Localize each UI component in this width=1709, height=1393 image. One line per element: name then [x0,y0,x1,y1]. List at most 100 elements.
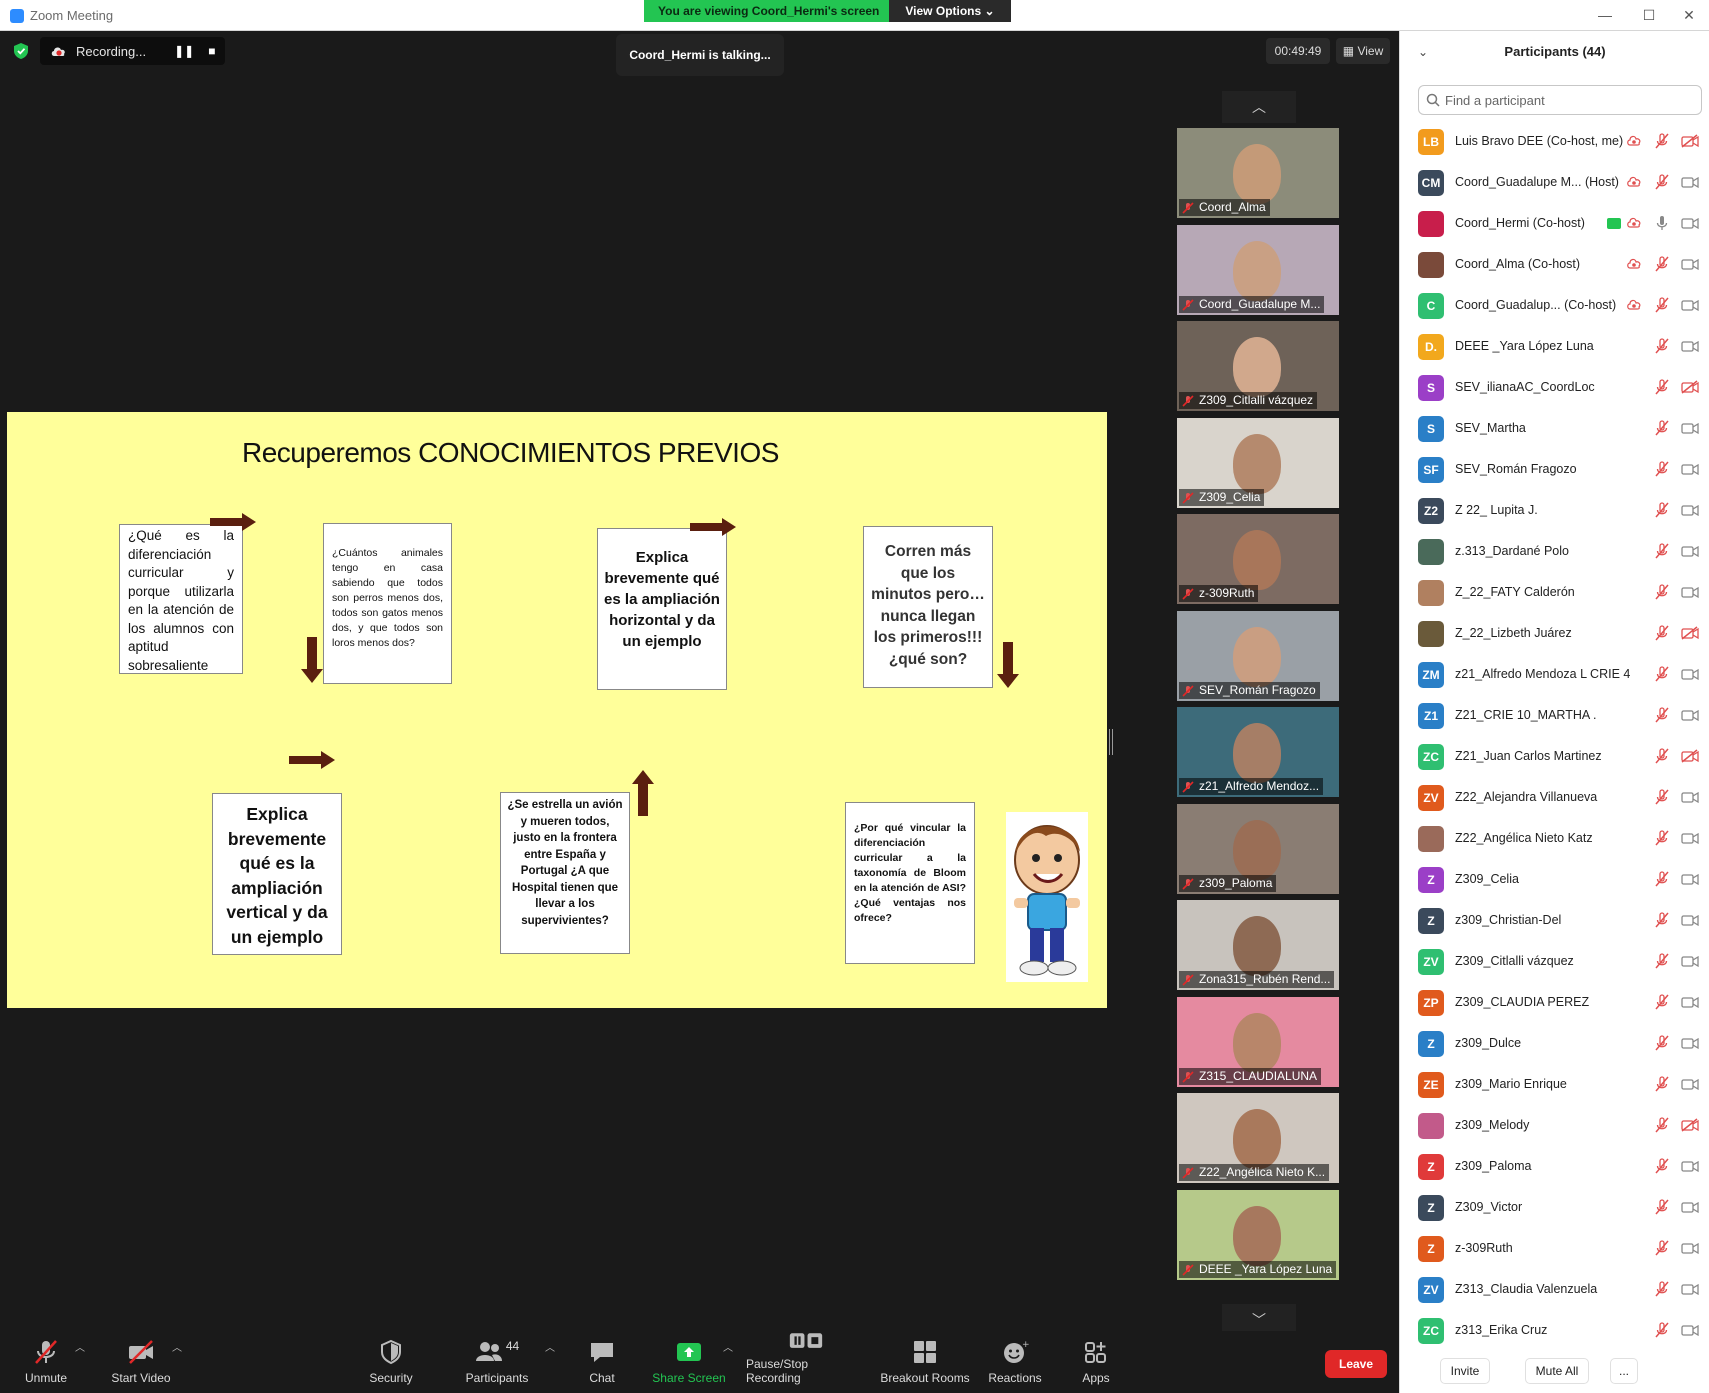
participant-row[interactable]: Z Z309_Celia [1400,859,1709,900]
start-video-button[interactable]: Start Video [108,1331,174,1393]
close-button[interactable]: ✕ [1669,3,1709,27]
participant-row[interactable]: SF SEV_Román Fragozo [1400,449,1709,490]
participant-video-thumbnail[interactable]: Zona315_Rubén Rend... [1177,900,1339,990]
participant-row[interactable]: ZC z313_Erika Cruz [1400,1310,1709,1351]
video-camera-icon[interactable] [1681,1077,1699,1091]
microphone-muted-icon[interactable] [1655,379,1669,395]
participant-row[interactable]: Zz-309Ruth [1400,1228,1709,1269]
participant-video-thumbnail[interactable]: Z315_CLAUDIALUNA [1177,996,1339,1087]
participant-row[interactable]: Coord_Hermi (Co-host) [1400,203,1709,244]
panel-resize-handle[interactable] [1109,729,1113,755]
video-camera-icon[interactable] [1681,1241,1699,1255]
pause-recording-icon[interactable]: ❚❚ [174,44,194,58]
participant-video-thumbnail[interactable]: z309_Paloma [1177,803,1339,894]
reactions-button[interactable]: + Reactions [985,1331,1045,1393]
video-camera-icon[interactable] [1681,667,1699,681]
participants-button[interactable]: 44 Participants [462,1331,532,1393]
video-camera-icon[interactable] [1681,462,1699,476]
share-options-caret[interactable]: ︿ [723,1339,733,1354]
video-options-caret[interactable]: ︿ [172,1339,182,1354]
video-camera-icon[interactable] [1681,1036,1699,1050]
participant-search-box[interactable] [1418,85,1702,115]
more-options-button[interactable]: ... [1610,1358,1638,1384]
participant-row[interactable]: Coord_Alma (Co-host) [1400,244,1709,285]
microphone-muted-icon[interactable] [1655,830,1669,846]
video-camera-icon[interactable] [1681,544,1699,558]
maximize-button[interactable]: ☐ [1629,3,1669,27]
video-camera-icon[interactable] [1681,708,1699,722]
encryption-shield-icon[interactable] [10,40,32,62]
participant-video-thumbnail[interactable]: DEEE _Yara López Luna [1177,1189,1339,1280]
participant-row[interactable]: C Coord_Guadalup... (Co-host) [1400,285,1709,326]
video-camera-icon[interactable] [1681,1323,1699,1337]
video-camera-icon[interactable] [1681,790,1699,804]
participant-search-input[interactable] [1445,90,1695,110]
participant-row[interactable]: z.313_Dardané Polo [1400,531,1709,572]
microphone-icon[interactable] [1655,215,1669,231]
unmute-button[interactable]: Unmute [20,1331,72,1393]
video-camera-icon[interactable] [1681,298,1699,312]
participant-row[interactable]: Zz309_Paloma [1400,1146,1709,1187]
thumbnails-up-button[interactable]: ︿ [1222,91,1296,123]
microphone-muted-icon[interactable] [1655,1281,1669,1297]
participant-row[interactable]: Z2 Z 22_ Lupita J. [1400,490,1709,531]
participant-row[interactable]: Z_22_FATY Calderón [1400,572,1709,613]
participant-row[interactable]: LB Luis Bravo DEE (Co-host, me) [1400,121,1709,162]
apps-button[interactable]: Apps [1080,1331,1112,1393]
microphone-muted-icon[interactable] [1655,543,1669,559]
participant-row[interactable]: Zz309_Christian-Del [1400,900,1709,941]
view-options-button[interactable]: View Options ⌄ [889,0,1011,22]
video-off-icon[interactable] [1681,380,1699,394]
video-camera-icon[interactable] [1681,585,1699,599]
view-button[interactable]: ▦ View [1336,38,1390,64]
recording-indicator[interactable]: Recording... ❚❚ ■ [40,37,226,65]
participant-row[interactable]: S SEV_Martha [1400,408,1709,449]
microphone-muted-icon[interactable] [1655,994,1669,1010]
microphone-muted-icon[interactable] [1655,1240,1669,1256]
microphone-muted-icon[interactable] [1655,461,1669,477]
participant-video-thumbnail[interactable]: z-309Ruth [1177,514,1339,604]
microphone-muted-icon[interactable] [1655,1076,1669,1092]
participant-row[interactable]: ZM z21_Alfredo Mendoza L CRIE 4 [1400,654,1709,695]
security-button[interactable]: Security [364,1331,418,1393]
participant-video-thumbnail[interactable]: Coord_Guadalupe M... [1177,224,1339,315]
video-camera-icon[interactable] [1681,1200,1699,1214]
microphone-muted-icon[interactable] [1655,297,1669,313]
microphone-muted-icon[interactable] [1655,953,1669,969]
pause-stop-recording-button[interactable]: Pause/Stop Recording [746,1331,866,1393]
video-off-icon[interactable] [1681,749,1699,763]
participant-video-thumbnail[interactable]: z21_Alfredo Mendoz... [1177,707,1339,797]
video-camera-icon[interactable] [1681,175,1699,189]
participant-row[interactable]: Z_22_Lizbeth Juárez [1400,613,1709,654]
participant-row[interactable]: ZV Z309_Citlalli vázquez [1400,941,1709,982]
stop-recording-icon[interactable]: ■ [208,44,215,58]
participant-video-thumbnail[interactable]: Coord_Alma [1177,128,1339,218]
mute-all-button[interactable]: Mute All [1525,1358,1589,1384]
microphone-muted-icon[interactable] [1655,1117,1669,1133]
participants-options-caret[interactable]: ︿ [545,1339,555,1354]
microphone-muted-icon[interactable] [1655,912,1669,928]
participant-row[interactable]: z309_Melody [1400,1105,1709,1146]
video-off-icon[interactable] [1681,626,1699,640]
participant-row[interactable]: ZV Z22_Alejandra Villanueva [1400,777,1709,818]
participant-row[interactable]: S SEV_ilianaAC_CoordLoc [1400,367,1709,408]
video-camera-icon[interactable] [1681,913,1699,927]
video-camera-icon[interactable] [1681,339,1699,353]
video-off-icon[interactable] [1681,134,1699,148]
microphone-muted-icon[interactable] [1655,1322,1669,1338]
video-camera-icon[interactable] [1681,503,1699,517]
participant-row[interactable]: ZV Z313_Claudia Valenzuela [1400,1269,1709,1310]
microphone-muted-icon[interactable] [1655,338,1669,354]
participant-video-thumbnail[interactable]: Z309_Celia [1177,417,1339,508]
participant-row[interactable]: D. DEEE _Yara López Luna [1400,326,1709,367]
audio-options-caret[interactable]: ︿ [75,1339,85,1354]
minimize-button[interactable]: — [1585,3,1625,27]
participant-row[interactable]: Z Z309_Victor [1400,1187,1709,1228]
microphone-muted-icon[interactable] [1655,133,1669,149]
microphone-muted-icon[interactable] [1655,174,1669,190]
participant-video-thumbnail[interactable]: Z22_Angélica Nieto K... [1177,1093,1339,1183]
participant-row[interactable]: ZE z309_Mario Enrique [1400,1064,1709,1105]
participant-row[interactable]: ZC Z21_Juan Carlos Martinez [1400,736,1709,777]
video-camera-icon[interactable] [1681,1282,1699,1296]
video-camera-icon[interactable] [1681,257,1699,271]
